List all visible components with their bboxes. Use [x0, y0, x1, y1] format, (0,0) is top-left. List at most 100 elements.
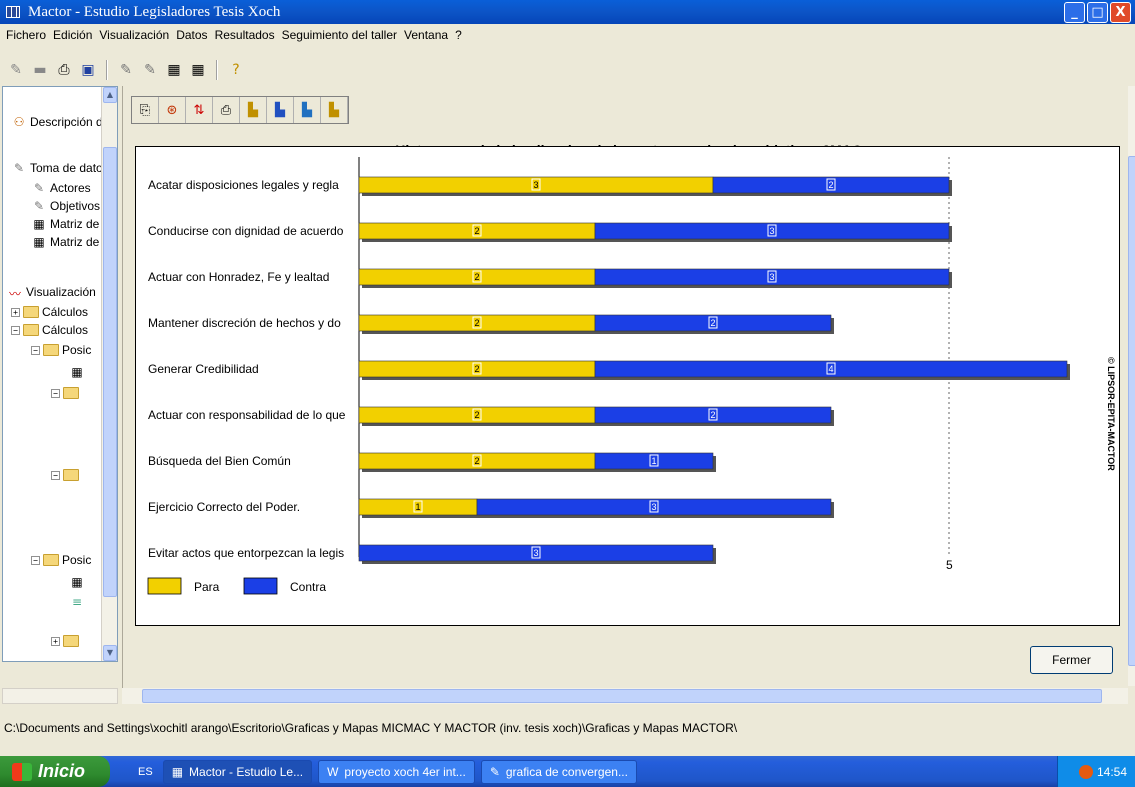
- matrix-icon[interactable]: ▦: [164, 60, 184, 80]
- sidebar-item-matriz1[interactable]: ▦ Matriz de: [31, 217, 99, 231]
- minimize-button[interactable]: _: [1064, 2, 1085, 23]
- sidebar-item-sub[interactable]: ▦: [69, 575, 85, 589]
- data-label: 2: [474, 410, 479, 420]
- data-label: 3: [533, 180, 538, 190]
- tray-app-icon[interactable]: [1078, 764, 1093, 779]
- scroll-down-icon[interactable]: ▼: [103, 645, 117, 661]
- menu-ventana[interactable]: Ventana: [404, 28, 448, 42]
- sidebar-item-calculos2[interactable]: − Cálculos: [11, 323, 88, 337]
- sidebar-item-sub[interactable]: ≡: [69, 595, 85, 609]
- legend-swatch: [147, 577, 182, 595]
- sidebar-item-posic1[interactable]: − Posic: [31, 343, 91, 357]
- menu-help[interactable]: ?: [455, 28, 462, 42]
- copy-icon[interactable]: ⎘: [132, 97, 159, 123]
- scroll-thumb[interactable]: [103, 147, 117, 597]
- scroll-thumb[interactable]: [1128, 156, 1135, 666]
- sidebar-item-sub[interactable]: ▦: [69, 365, 85, 379]
- collapse-icon[interactable]: −: [31, 555, 40, 565]
- menu-bar: Fichero Edición Visualización Datos Resu…: [0, 24, 1135, 46]
- menu-datos[interactable]: Datos: [176, 28, 207, 42]
- collapse-icon[interactable]: −: [51, 470, 60, 480]
- category-label: Ejercicio Correcto del Poder.: [148, 500, 300, 514]
- save-icon[interactable]: ▣: [78, 60, 98, 80]
- collapse-icon[interactable]: −: [31, 345, 40, 355]
- print-icon[interactable]: ⎙: [213, 97, 240, 123]
- folder-icon: [23, 324, 39, 336]
- data-label: 4: [828, 364, 833, 374]
- menu-seguimiento[interactable]: Seguimiento del taller: [282, 28, 397, 42]
- window-title: Mactor - Estudio Legisladores Tesis Xoch: [28, 3, 281, 20]
- sidebar-item-descripcion[interactable]: ⚇ Descripción d: [11, 115, 103, 129]
- menu-resultados[interactable]: Resultados: [215, 28, 275, 42]
- menu-edicion[interactable]: Edición: [53, 28, 92, 42]
- start-button[interactable]: Inicio: [0, 756, 110, 787]
- new-icon[interactable]: ✎: [6, 60, 26, 80]
- histogram-icon[interactable]: ▙: [294, 97, 321, 123]
- sidebar-item-objetivos[interactable]: ✎ Objetivos: [31, 199, 100, 213]
- status-path: C:\Documents and Settings\xochitl arango…: [4, 721, 738, 735]
- sidebar-item-sub[interactable]: −: [51, 387, 79, 399]
- scroll-up-icon[interactable]: ▲: [103, 87, 117, 103]
- collapse-icon[interactable]: −: [51, 388, 60, 398]
- taskbar-item-word[interactable]: W proyecto xoch 4er int...: [318, 759, 475, 784]
- maximize-button[interactable]: □: [1087, 2, 1108, 23]
- data-label: 2: [474, 364, 479, 374]
- collapse-icon[interactable]: −: [11, 325, 20, 335]
- objectives-icon[interactable]: ✎: [140, 60, 160, 80]
- sidebar-item-calculos1[interactable]: + Cálculos: [11, 305, 88, 319]
- open-icon[interactable]: ▬: [30, 60, 50, 80]
- folder-icon: [23, 306, 39, 318]
- clock: 14:54: [1096, 764, 1127, 779]
- sidebar-item-sub[interactable]: +: [51, 635, 79, 647]
- paint-icon: ✎: [489, 764, 500, 779]
- sidebar-tree: ⚇ Descripción d ✎ Toma de dato ✎ Actores…: [2, 86, 118, 662]
- chart-vscrollbar[interactable]: [1128, 86, 1135, 686]
- taskbar-item-mactor[interactable]: ▦ Mactor - Estudio Le...: [162, 759, 313, 784]
- sidebar-item-matriz2[interactable]: ▦ Matriz de: [31, 235, 99, 249]
- histogram-icon[interactable]: ▙: [267, 97, 294, 123]
- sidebar-hscrollbar[interactable]: [2, 688, 118, 704]
- print-icon[interactable]: ⎙: [54, 60, 74, 80]
- data-label: 1: [415, 502, 420, 512]
- actors-icon: ⚇: [13, 115, 25, 129]
- scroll-thumb[interactable]: [142, 689, 1102, 703]
- folder-icon: [63, 387, 79, 399]
- language-indicator[interactable]: ES: [138, 766, 153, 778]
- help-icon[interactable]: ?: [226, 60, 246, 80]
- category-label: Actuar con Honradez, Fe y lealtad: [148, 270, 329, 284]
- sidebar-item-visualizacion[interactable]: 〰 Visualización: [7, 285, 96, 301]
- matrix-icon: ▦: [33, 217, 45, 231]
- matrix2-icon[interactable]: ▦: [188, 60, 208, 80]
- histogram-window: ⎘ ⊛ ⇅ ⎙ ▙ ▙ ▙ ▙ Histograma de la implica…: [122, 86, 1135, 704]
- data-label: 2: [828, 180, 833, 190]
- sidebar-scrollbar[interactable]: ▲ ▼: [101, 87, 117, 661]
- sidebar-item-actores[interactable]: ✎ Actores: [31, 181, 91, 195]
- sidebar-item-toma[interactable]: ✎ Toma de dato: [11, 161, 103, 175]
- category-label: Evitar actos que entorpezcan la legis: [148, 546, 344, 560]
- expand-icon[interactable]: +: [11, 307, 20, 317]
- histogram-icon[interactable]: ▙: [321, 97, 348, 123]
- expand-icon[interactable]: +: [51, 636, 60, 646]
- folder-icon: [63, 635, 79, 647]
- data-label: 1: [651, 456, 656, 466]
- menu-visualizacion[interactable]: Visualización: [99, 28, 169, 42]
- matrix-icon: ▦: [71, 365, 83, 379]
- taskbar: Inicio ES ▦ Mactor - Estudio Le... W pro…: [0, 756, 1135, 787]
- close-button[interactable]: X: [1110, 2, 1131, 23]
- taskbar-item-paint[interactable]: ✎ grafica de convergen...: [480, 759, 637, 784]
- sidebar-item-posic2[interactable]: − Posic: [31, 553, 91, 567]
- refresh-icon[interactable]: ⇅: [186, 97, 213, 123]
- system-tray: 14:54: [1057, 756, 1135, 787]
- sidebar-item-sub[interactable]: −: [51, 469, 79, 481]
- folder-icon: [63, 469, 79, 481]
- color-icon[interactable]: ⊛: [159, 97, 186, 123]
- graph-icon: 〰: [8, 287, 21, 301]
- watermark: © LIPSOR-EPITA-MACTOR: [1106, 357, 1116, 471]
- actors-icon[interactable]: ✎: [116, 60, 136, 80]
- main-hscrollbar[interactable]: [122, 688, 1128, 704]
- fermer-button[interactable]: Fermer: [1030, 646, 1113, 674]
- histogram-icon[interactable]: ▙: [240, 97, 267, 123]
- legend-label: Contra: [290, 580, 326, 594]
- menu-fichero[interactable]: Fichero: [6, 28, 46, 42]
- category-label: Generar Credibilidad: [148, 362, 259, 376]
